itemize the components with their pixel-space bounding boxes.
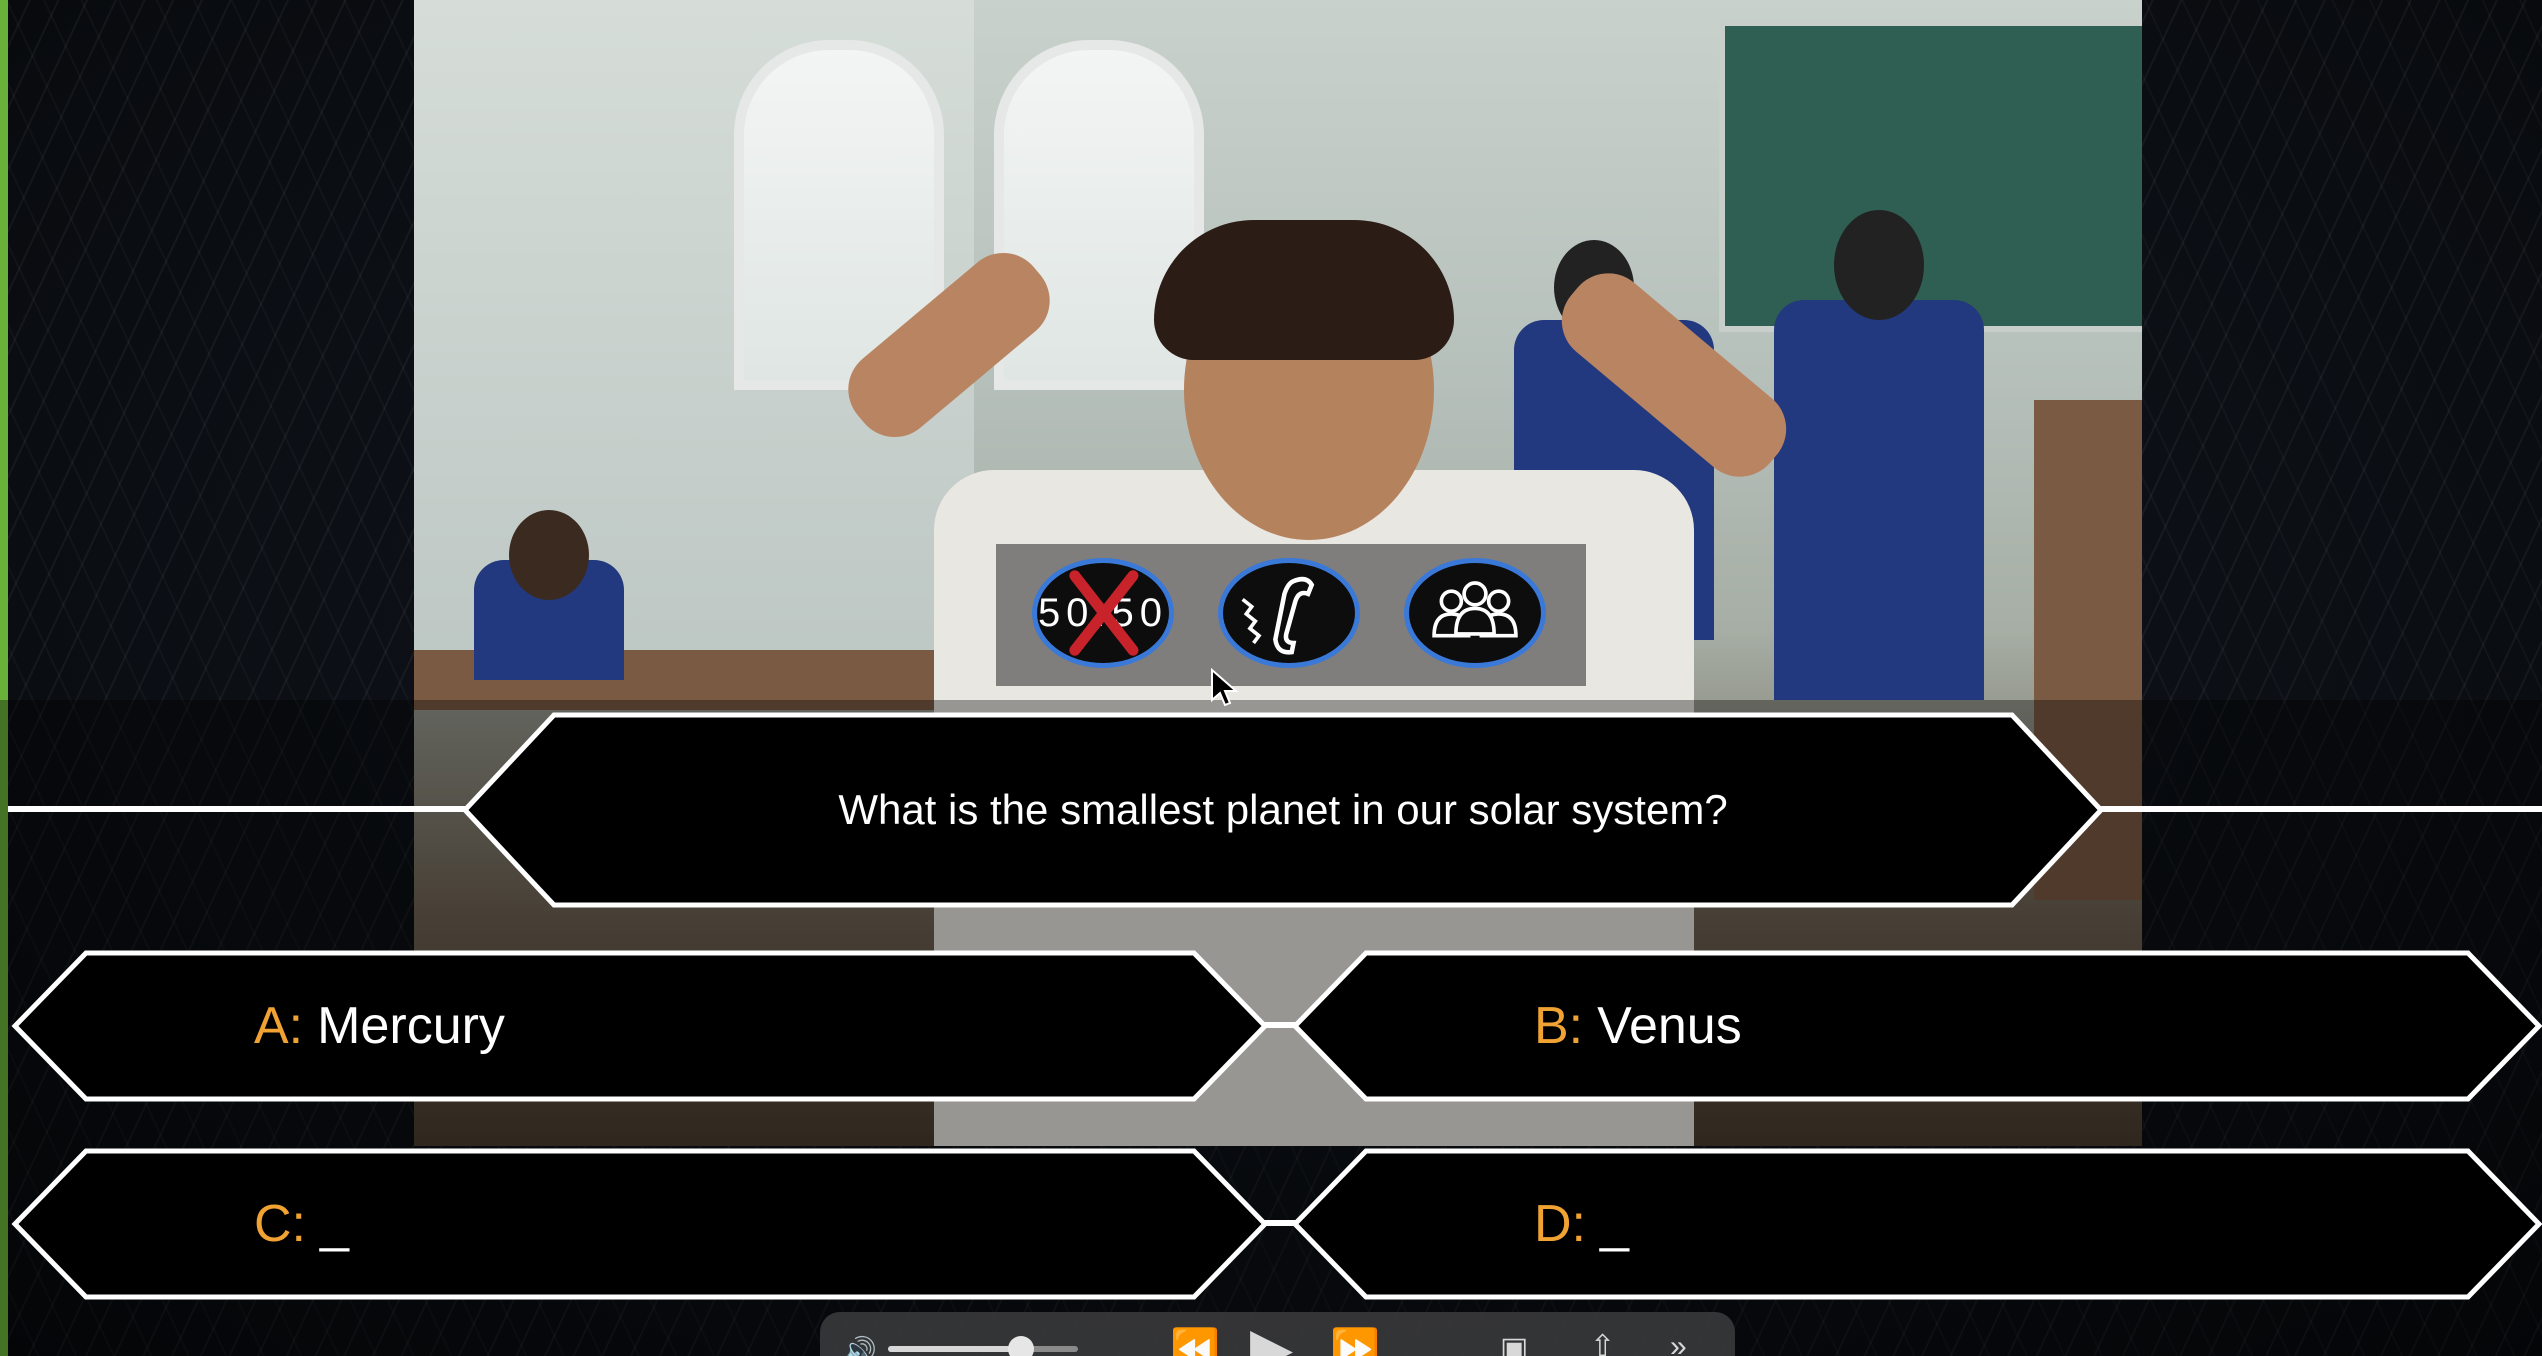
audience-icon <box>1432 581 1518 638</box>
answer-a-text: Mercury <box>317 997 505 1055</box>
game-stage: 50:50 <box>0 0 2542 1356</box>
share-icon[interactable]: ⇧ <box>1590 1332 1615 1356</box>
answer-b-letter: B: <box>1534 997 1584 1055</box>
answer-a-letter: A: <box>254 997 304 1055</box>
answer-d-text: _ <box>1600 1195 1629 1253</box>
rewind-icon[interactable]: ⏪ <box>1170 1330 1220 1356</box>
more-icon[interactable]: » <box>1670 1332 1687 1356</box>
volume-slider[interactable] <box>888 1336 1078 1356</box>
answer-b-text: Venus <box>1597 997 1742 1055</box>
question-connector-line <box>8 806 468 812</box>
media-controls: 🔊 ⏪ ▶ ⏩ ▣ ⇧ » <box>820 1312 1735 1356</box>
answer-c-button[interactable]: C: _ <box>11 1148 1269 1300</box>
phone-a-friend-lifeline[interactable] <box>1218 558 1360 668</box>
volume-fill <box>888 1346 1021 1352</box>
answer-c-label: C: _ <box>254 1148 349 1300</box>
phone-icon <box>1241 576 1315 655</box>
student-head <box>509 510 589 600</box>
question-connector-line <box>2100 806 2542 812</box>
subtitles-icon[interactable]: ▣ <box>1500 1334 1528 1356</box>
chalkboard <box>1719 20 2142 332</box>
question-text: What is the smallest planet in our solar… <box>838 786 1728 833</box>
mouse-cursor-icon <box>1211 668 1239 707</box>
cross-icon <box>1069 570 1139 656</box>
student <box>1774 300 1984 700</box>
answer-d-letter: D: <box>1534 1195 1586 1253</box>
fast-forward-icon[interactable]: ⏩ <box>1330 1330 1380 1356</box>
answer-c-text: _ <box>320 1195 349 1253</box>
question-box: What is the smallest planet in our solar… <box>461 712 2105 908</box>
play-icon[interactable]: ▶ <box>1250 1320 1293 1356</box>
answer-d-label: D: _ <box>1534 1148 1629 1300</box>
answer-a-button[interactable]: A: Mercury <box>11 950 1269 1102</box>
answer-a-label: A: Mercury <box>254 950 505 1102</box>
answer-frame <box>11 950 1269 1102</box>
volume-icon[interactable]: 🔊 <box>842 1338 877 1356</box>
student-head <box>1834 210 1924 320</box>
answer-c-letter: C: <box>254 1195 306 1253</box>
answer-b-label: B: Venus <box>1534 950 1742 1102</box>
answer-frame <box>11 1148 1269 1300</box>
lifelines-panel: 50:50 <box>996 544 1586 686</box>
ask-the-audience-lifeline[interactable] <box>1404 558 1546 668</box>
answer-frame <box>1291 950 2542 1102</box>
fifty-fifty-lifeline[interactable]: 50:50 <box>1032 558 1174 668</box>
answer-frame <box>1291 1148 2542 1300</box>
answer-b-button[interactable]: B: Venus <box>1291 950 2542 1102</box>
answer-d-button[interactable]: D: _ <box>1291 1148 2542 1300</box>
boy-hair <box>1154 220 1454 360</box>
volume-knob[interactable] <box>1008 1336 1034 1356</box>
